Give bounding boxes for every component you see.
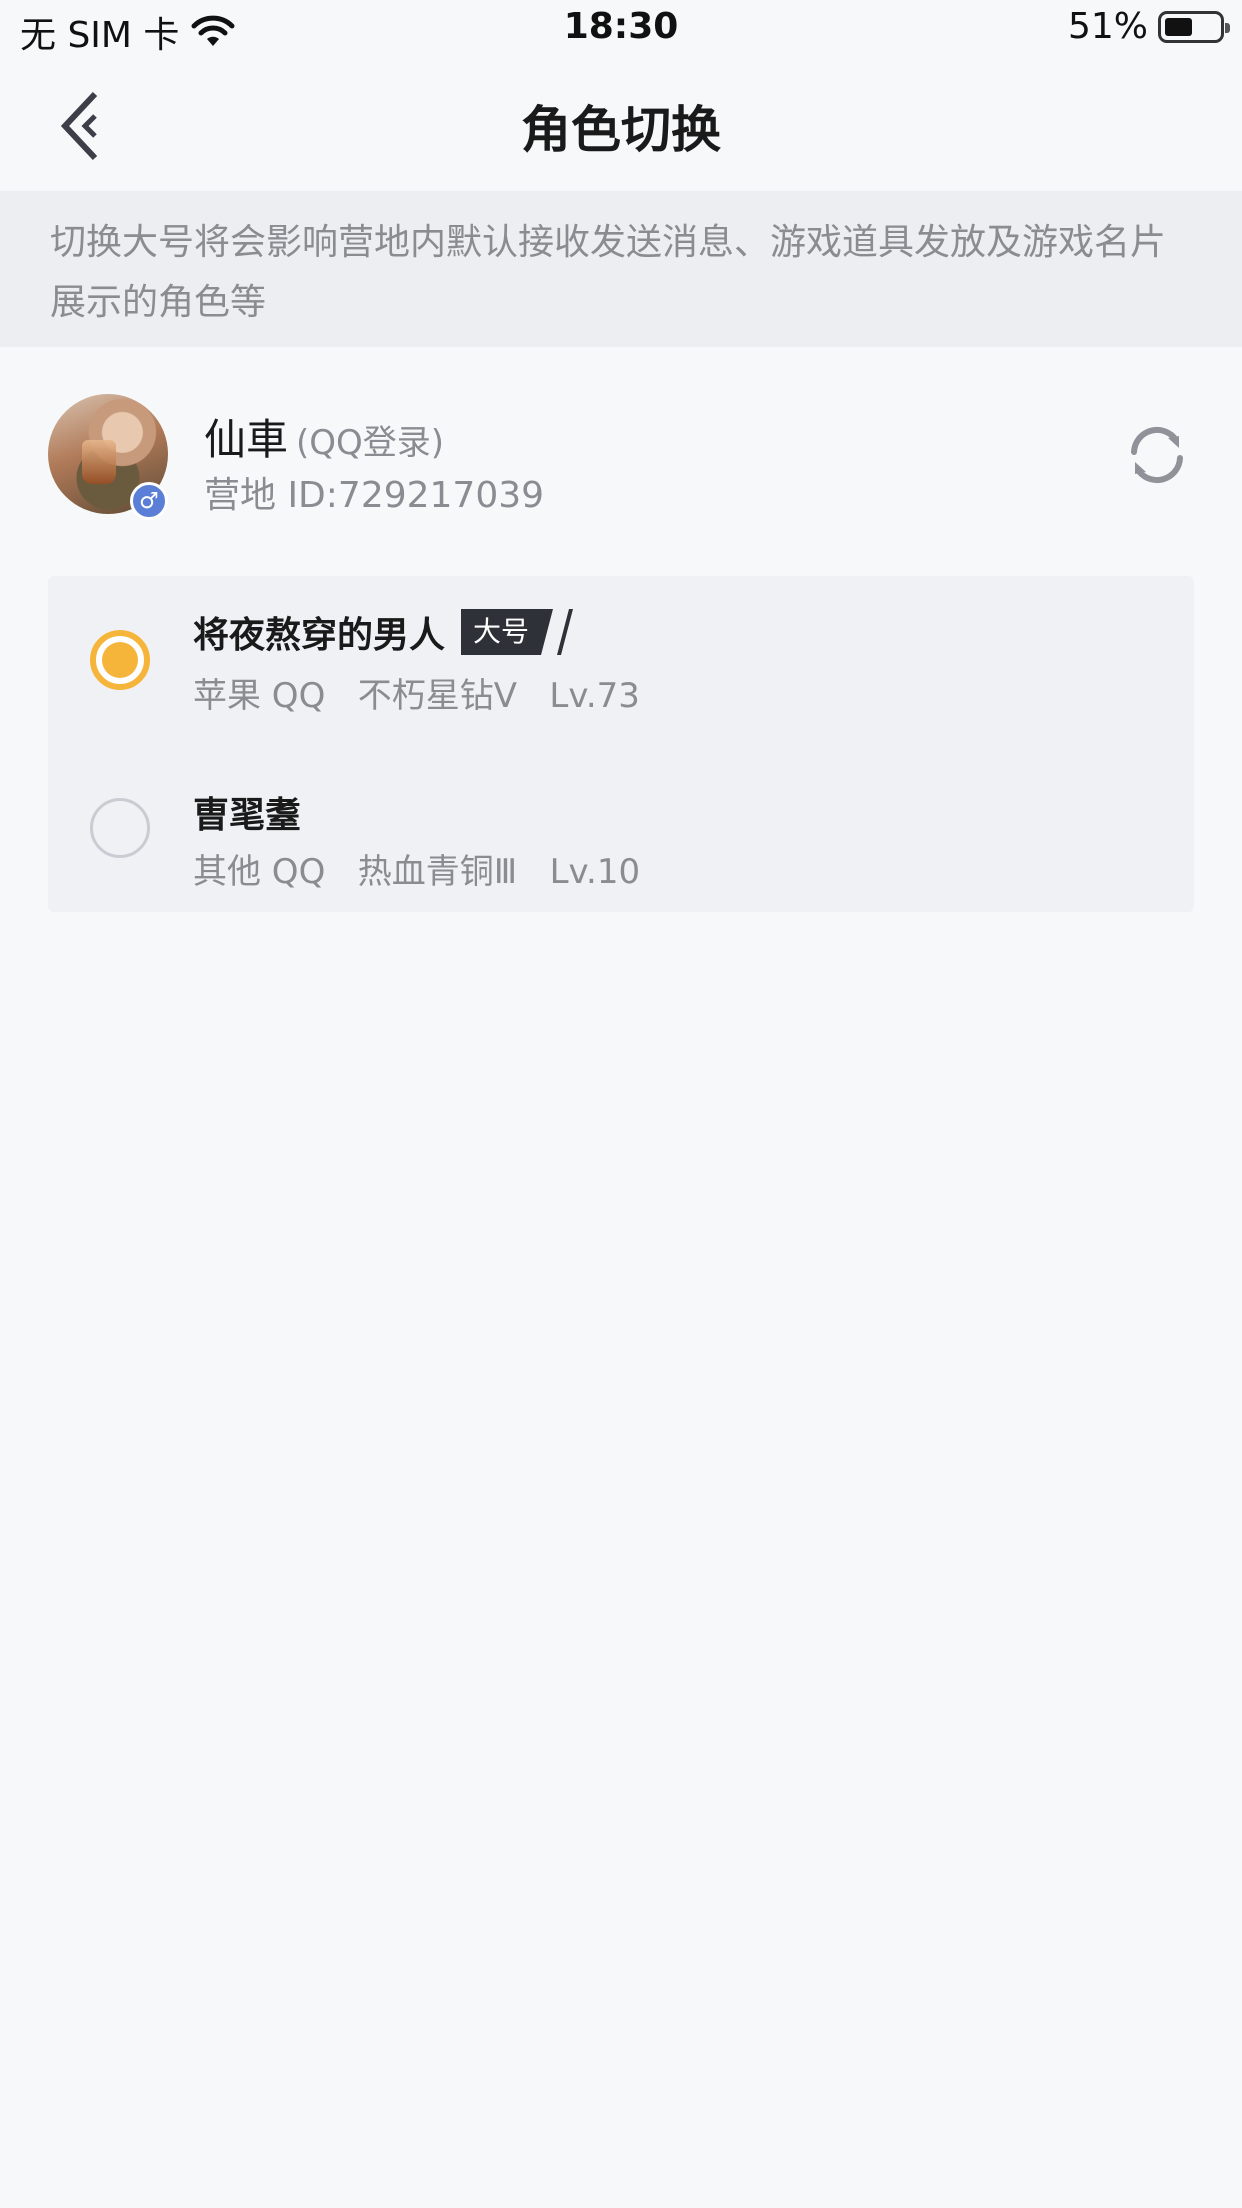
role-list: 将夜熬穿的男人 大号 苹果 QQ 不朽星钻Ⅴ Lv.73 曺毣耋 其他 QQ 热… (48, 576, 1194, 912)
profile-name-line: 仙車 (QQ登录) (204, 406, 444, 467)
role-meta: 苹果 QQ 不朽星钻Ⅴ Lv.73 (193, 676, 640, 716)
main-account-badge: 大号 (461, 609, 575, 655)
notice-text: 切换大号将会影响营地内默认接收发送消息、游戏道具发放及游戏名片展示的角色等 (50, 222, 1167, 323)
notice-banner: 切换大号将会影响营地内默认接收发送消息、游戏道具发放及游戏名片展示的角色等 (0, 191, 1242, 347)
badge-slash-icon (541, 609, 574, 655)
radio-dot (102, 642, 138, 678)
role-meta: 其他 QQ 热血青铜Ⅲ Lv.10 (193, 852, 641, 892)
profile-login-type: (QQ登录) (296, 423, 445, 463)
refresh-icon[interactable] (1124, 422, 1190, 488)
battery-percent: 51% (1067, 6, 1148, 47)
status-time: 18:30 (563, 6, 679, 47)
user-profile: ♂ 仙車 (QQ登录) 营地 ID:729217039 (0, 390, 1242, 540)
profile-camp-id: 营地 ID:729217039 (204, 475, 545, 516)
role-name-line: 曺毣耋 (193, 786, 301, 838)
avatar-photo-detail (82, 440, 116, 484)
status-bar: 无 SIM 卡 18:30 51% (0, 0, 1242, 62)
battery-icon (1158, 10, 1230, 43)
main-account-badge-label: 大号 (461, 609, 542, 655)
role-name-line: 将夜熬穿的男人 大号 (193, 606, 575, 658)
battery-level-fill (1165, 17, 1192, 36)
nav-bar: 角色切换 (0, 62, 1242, 190)
role-name: 曺毣耋 (193, 795, 302, 836)
role-switch-screen: 无 SIM 卡 18:30 51% 角色切换 切换大号将会影响营地内默认接收发送… (0, 0, 1242, 2208)
role-name: 将夜熬穿的男人 (193, 615, 446, 656)
battery-indicator: 51% (1067, 6, 1230, 47)
battery-cap (1225, 22, 1230, 33)
page-title: 角色切换 (521, 101, 721, 159)
radio-selected-icon[interactable] (90, 630, 150, 690)
role-item-main[interactable]: 将夜熬穿的男人 大号 苹果 QQ 不朽星钻Ⅴ Lv.73 (48, 576, 1194, 744)
role-item-secondary[interactable]: 曺毣耋 其他 QQ 热血青铜Ⅲ Lv.10 (48, 744, 1194, 912)
profile-name: 仙車 (204, 415, 289, 464)
radio-unselected-icon[interactable] (90, 798, 150, 858)
male-icon: ♂ (130, 482, 168, 520)
